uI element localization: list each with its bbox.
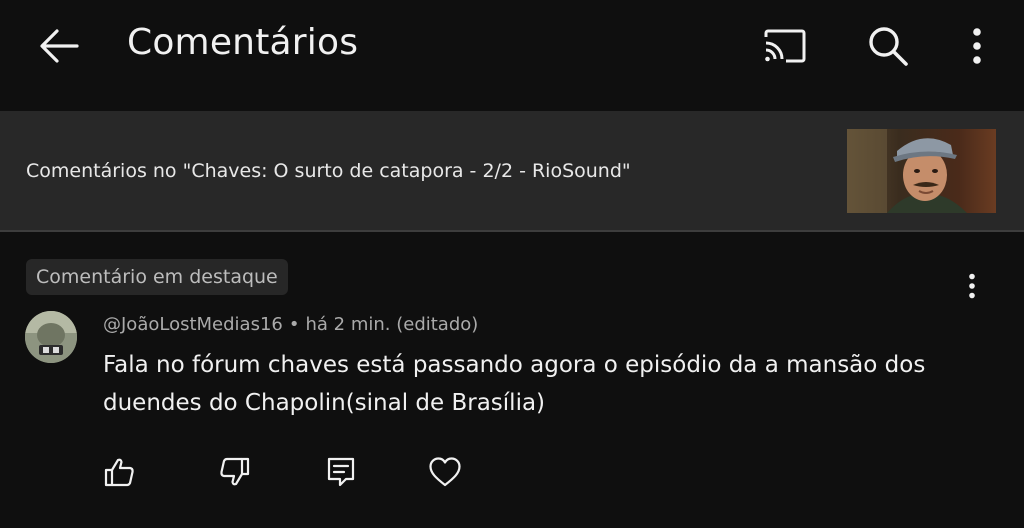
avatar[interactable]: [25, 311, 77, 363]
search-button[interactable]: [863, 22, 913, 70]
comment-author[interactable]: @JoãoLostMedias16: [103, 314, 283, 335]
thumb-down-icon: [220, 457, 250, 486]
comment-text: Fala no fórum chaves está passando agora…: [103, 352, 926, 416]
comment-meta: @JoãoLostMedias16 • há 2 min. (editado): [103, 314, 478, 335]
avatar-image: [25, 311, 77, 363]
page-title: Comentários: [127, 22, 359, 63]
back-arrow-icon: [40, 29, 79, 63]
back-button[interactable]: [34, 24, 84, 68]
more-vertical-icon: [969, 273, 975, 299]
comment-more-button[interactable]: [952, 266, 992, 306]
thumb-up-icon: [104, 458, 134, 487]
dislike-button[interactable]: [211, 448, 259, 496]
more-vertical-icon: [973, 28, 981, 64]
search-icon: [869, 27, 908, 66]
reply-button[interactable]: [317, 448, 365, 496]
more-options-button[interactable]: [952, 22, 1002, 70]
like-button[interactable]: [95, 448, 143, 496]
cast-icon: [764, 29, 806, 63]
heart-button[interactable]: [421, 448, 469, 496]
video-thumbnail[interactable]: [847, 129, 996, 213]
pinned-comment-badge: Comentário em destaque: [26, 259, 288, 295]
video-title-text: Comentários no "Chaves: O surto de catap…: [26, 160, 631, 182]
top-app-bar: Comentários: [0, 0, 1024, 110]
comment-time: há 2 min. (editado): [305, 314, 479, 335]
video-thumbnail-image: [847, 129, 996, 213]
cast-button[interactable]: [760, 22, 810, 70]
heart-icon: [429, 457, 461, 487]
reply-icon: [327, 457, 355, 487]
meta-separator: •: [288, 314, 300, 335]
